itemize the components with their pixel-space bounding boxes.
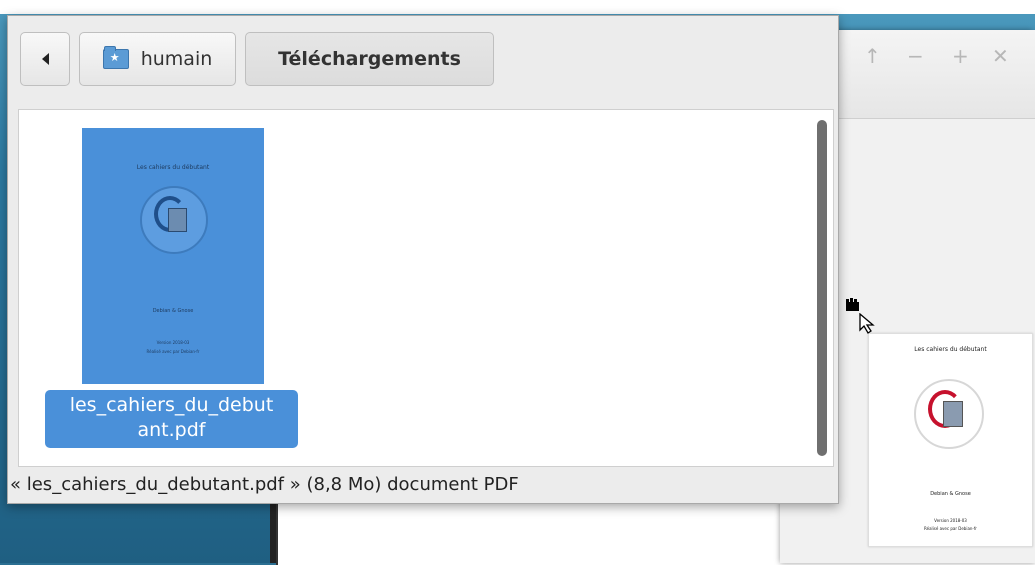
- close-icon[interactable]: ✕: [992, 44, 1009, 68]
- pdf-thumbnail[interactable]: Les cahiers du débutant Debian & Gnose V…: [82, 128, 264, 384]
- file-name-line1: les_cahiers_du_debut: [69, 394, 274, 416]
- preview-meta2: Réalisé avec par Debian-fr: [924, 526, 977, 531]
- file-name-label[interactable]: les_cahiers_du_debut ant.pdf: [45, 390, 298, 448]
- path-button-home[interactable]: humain: [79, 32, 236, 86]
- dragged-pdf-preview: Les cahiers du débutant Debian & Gnose V…: [868, 333, 1033, 547]
- zoom-in-icon[interactable]: +: [952, 44, 969, 68]
- preview-title: Les cahiers du débutant: [914, 346, 987, 353]
- thumbnail-meta1: Version 2018-03: [156, 340, 190, 345]
- file-chooser-window: humain Téléchargements Les cahiers du dé…: [7, 15, 839, 504]
- vertical-scrollbar[interactable]: [817, 120, 827, 456]
- status-bar: « les_cahiers_du_debutant.pdf » (8,8 Mo)…: [8, 467, 838, 503]
- thumbnail-title: Les cahiers du débutant: [136, 164, 210, 171]
- path-bar: humain Téléchargements: [8, 16, 838, 106]
- file-view[interactable]: Les cahiers du débutant Debian & Gnose V…: [18, 109, 834, 467]
- cursor-arrow-icon: [858, 312, 878, 335]
- minimize-icon[interactable]: −: [907, 44, 924, 68]
- path-button-downloads-label: Téléchargements: [278, 48, 461, 70]
- thumbnail-meta2: Réalisé avec par Debian-fr: [146, 349, 200, 354]
- document-icon: [943, 401, 963, 427]
- thumbnail-author: Debian & Gnose: [152, 308, 194, 314]
- top-panel: [0, 0, 1035, 14]
- preview-author: Debian & Gnose: [930, 491, 971, 497]
- path-button-home-label: humain: [140, 48, 213, 70]
- path-button-downloads[interactable]: Téléchargements: [245, 32, 494, 86]
- preview-meta1: Version 2018-03: [934, 518, 967, 523]
- left-arrow-icon: [41, 53, 49, 65]
- document-icon: [168, 208, 187, 232]
- maximize-up-icon[interactable]: ↑: [864, 44, 881, 68]
- back-button[interactable]: [20, 32, 70, 86]
- file-name-line2: ant.pdf: [137, 419, 206, 441]
- home-folder-icon: [102, 46, 129, 69]
